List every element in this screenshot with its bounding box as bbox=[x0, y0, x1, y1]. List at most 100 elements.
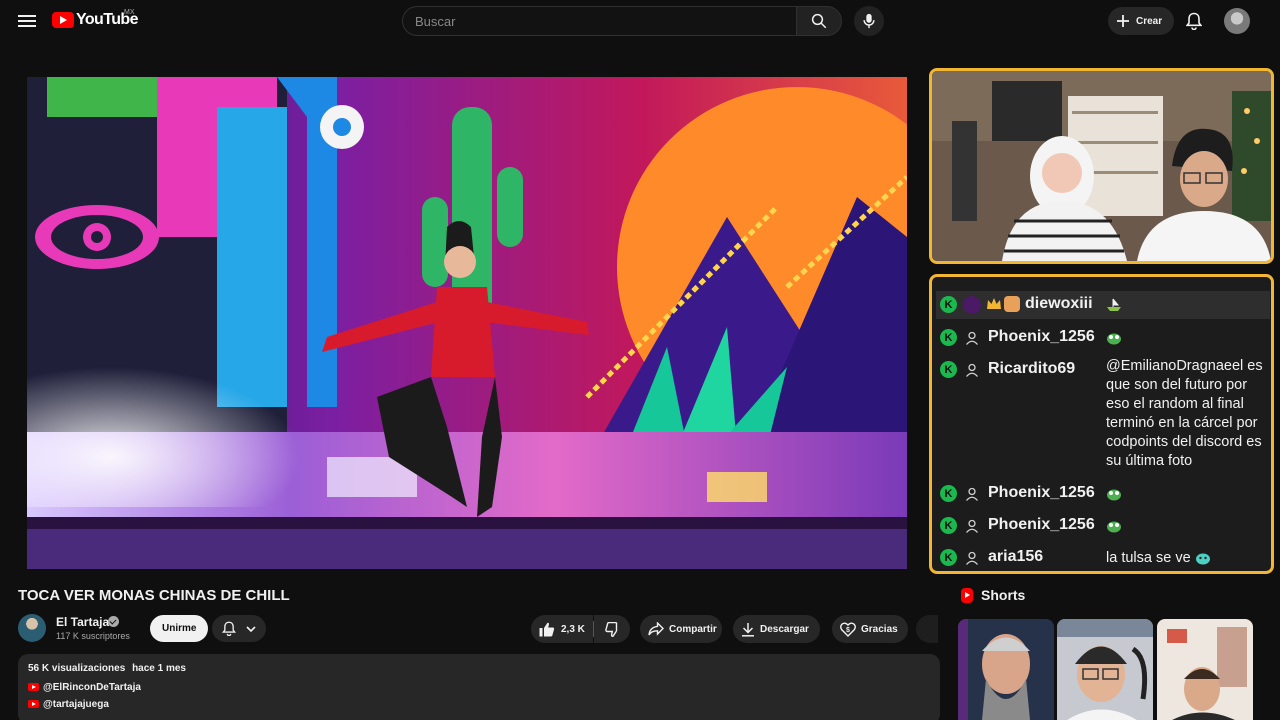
subscriber-count: 117 K suscriptores bbox=[56, 631, 130, 641]
webcam-image bbox=[932, 71, 1271, 261]
join-button[interactable]: Unirme bbox=[150, 615, 209, 642]
plus-icon bbox=[1117, 15, 1129, 27]
thumbs-down-icon bbox=[605, 621, 618, 637]
chat-username[interactable]: diewoxiii bbox=[1025, 295, 1093, 313]
search-button[interactable] bbox=[796, 6, 842, 36]
webcam-overlay bbox=[929, 68, 1274, 264]
user-icon bbox=[963, 517, 981, 535]
chat-message-text-content: la tulsa se ve bbox=[1106, 550, 1191, 566]
chevron-down-icon bbox=[246, 625, 256, 632]
video-title: TOCA VER MONAS CHINAS DE CHILL bbox=[18, 587, 290, 604]
short-thumbnail-image bbox=[958, 619, 1054, 720]
shorts-title: Shorts bbox=[981, 587, 1026, 603]
share-button[interactable]: Compartir bbox=[640, 615, 722, 643]
kick-badge-icon: K bbox=[940, 517, 957, 534]
more-actions-button[interactable] bbox=[916, 615, 938, 643]
crown-emote-icon bbox=[986, 297, 1002, 311]
chat-message: K Phoenix_1256 bbox=[936, 479, 1270, 507]
description-box[interactable]: 56 K visualizaciones hace 1 mes @ElRinco… bbox=[18, 654, 940, 720]
pepe-emote-icon bbox=[1106, 331, 1122, 345]
youtube-icon bbox=[28, 683, 39, 691]
shorts-icon bbox=[961, 587, 973, 603]
chat-username[interactable]: aria156 bbox=[988, 548, 1043, 566]
short-thumbnail[interactable] bbox=[958, 619, 1054, 720]
channel-link-text: @ElRinconDeTartaja bbox=[43, 681, 141, 693]
user-icon bbox=[963, 485, 981, 503]
user-icon bbox=[963, 329, 981, 347]
svg-text:$: $ bbox=[846, 627, 850, 634]
short-thumbnail[interactable] bbox=[1157, 619, 1253, 720]
description-link[interactable]: @ElRinconDeTartaja bbox=[28, 681, 930, 693]
subscriber-badge-icon bbox=[963, 296, 981, 314]
view-count: 56 K visualizaciones bbox=[28, 663, 126, 674]
shorts-header: Shorts bbox=[961, 587, 1025, 603]
chat-message: K Phoenix_1256 bbox=[936, 323, 1270, 351]
thanks-heart-icon: $ bbox=[840, 622, 856, 637]
blob-emote-icon bbox=[1195, 551, 1211, 565]
channel-avatar[interactable] bbox=[18, 614, 46, 642]
kick-badge-icon: K bbox=[940, 549, 957, 566]
verified-icon bbox=[108, 616, 119, 627]
youtube-icon bbox=[28, 700, 39, 708]
like-count: 2,3 K bbox=[561, 623, 585, 635]
thumbs-up-icon bbox=[539, 622, 555, 636]
description-meta: 56 K visualizaciones hace 1 mes bbox=[28, 663, 930, 674]
chat-message-text: @EmilianoDragnaeel es que son del futuro… bbox=[1106, 358, 1263, 469]
chat-message: K aria156 la tulsa se ve bbox=[936, 543, 1270, 571]
user-icon bbox=[963, 361, 981, 379]
chat-username[interactable]: Phoenix_1256 bbox=[988, 328, 1095, 346]
share-label: Compartir bbox=[669, 623, 717, 635]
video-player[interactable] bbox=[27, 77, 907, 569]
thanks-label: Gracias bbox=[861, 623, 898, 635]
subscription-notifications-button[interactable] bbox=[212, 615, 266, 642]
boat-emote-icon bbox=[1106, 298, 1122, 312]
bell-icon bbox=[1186, 12, 1202, 30]
channel-link-text: @tartajajuega bbox=[43, 698, 109, 710]
voice-search-button[interactable] bbox=[854, 6, 884, 36]
menu-icon[interactable] bbox=[16, 12, 38, 30]
dislike-button[interactable] bbox=[594, 615, 630, 643]
badge-emote-icon bbox=[1004, 296, 1020, 312]
chat-overlay: K diewoxiii K Phoenix_1256 K Ricardito69… bbox=[929, 274, 1274, 574]
search-bar bbox=[402, 6, 842, 36]
short-thumbnail-image bbox=[1157, 619, 1253, 720]
youtube-play-icon bbox=[52, 12, 74, 28]
download-label: Descargar bbox=[760, 623, 809, 635]
user-icon bbox=[963, 549, 981, 567]
kick-badge-icon: K bbox=[940, 296, 957, 313]
create-button[interactable]: Crear bbox=[1108, 7, 1175, 35]
microphone-icon bbox=[863, 13, 875, 29]
masthead: YouTube MX Crear bbox=[0, 0, 1280, 42]
short-thumbnail[interactable] bbox=[1057, 619, 1153, 720]
channel-name[interactable]: El Tartaja bbox=[56, 615, 109, 629]
channel-row: El Tartaja 117 K suscriptores Unirme bbox=[18, 614, 278, 644]
short-thumbnail-image bbox=[1057, 619, 1153, 720]
chat-message: K Phoenix_1256 bbox=[936, 511, 1270, 539]
download-icon bbox=[742, 622, 754, 637]
kick-badge-icon: K bbox=[940, 329, 957, 346]
chat-username[interactable]: Phoenix_1256 bbox=[988, 516, 1095, 534]
bell-icon bbox=[222, 621, 236, 636]
notifications-button[interactable] bbox=[1182, 9, 1206, 33]
search-input[interactable] bbox=[402, 6, 796, 36]
kick-badge-icon: K bbox=[940, 361, 957, 378]
create-label: Crear bbox=[1136, 15, 1163, 27]
thanks-button[interactable]: $ Gracias bbox=[832, 615, 908, 643]
country-code: MX bbox=[124, 9, 135, 16]
like-button[interactable]: 2,3 K bbox=[531, 615, 593, 643]
kick-badge-icon: K bbox=[940, 485, 957, 502]
description-link[interactable]: @tartajajuega bbox=[28, 698, 930, 710]
account-avatar[interactable] bbox=[1224, 8, 1250, 34]
pepe-emote-icon bbox=[1106, 519, 1122, 533]
video-frame bbox=[27, 77, 907, 569]
share-icon bbox=[648, 622, 664, 636]
upload-date: hace 1 mes bbox=[132, 663, 186, 674]
search-icon bbox=[811, 13, 827, 29]
chat-username[interactable]: Ricardito69 bbox=[988, 360, 1075, 378]
download-button[interactable]: Descargar bbox=[733, 615, 820, 643]
chat-message-text: la tulsa se ve bbox=[1106, 549, 1271, 568]
chat-message: K Ricardito69 @EmilianoDragnaeel es que … bbox=[936, 355, 1270, 475]
chat-username[interactable]: Phoenix_1256 bbox=[988, 484, 1095, 502]
chat-message: K diewoxiii bbox=[936, 291, 1270, 319]
pepe-emote-icon bbox=[1106, 487, 1122, 501]
